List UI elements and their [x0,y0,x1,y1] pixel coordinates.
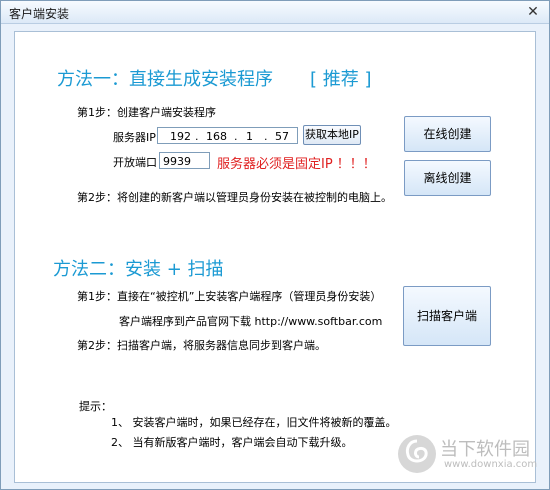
ip-octet-2[interactable]: 168 [206,128,227,145]
get-local-ip-button[interactable]: 获取本地IP [303,125,361,145]
server-ip-label: 服务器IP [113,131,156,144]
tip-item: 2、 当有新版客户端时，客户端会自动下载升级。 [111,436,353,449]
scan-client-button[interactable]: 扫描客户端 [403,286,491,346]
watermark: 当下软件园 www.downxia.com [396,431,538,481]
recommend-tag: [ 推荐 ] [310,69,372,90]
watermark-brand: 当下软件园 [440,439,530,460]
method2-heading: 方法二：安装 + 扫描 [53,259,224,280]
ip-octet-4[interactable]: 57 [275,128,289,145]
watermark-url: www.downxia.com [444,459,538,470]
window-title: 客户端安装 [9,7,70,21]
watermark-logo-icon [398,435,436,473]
offline-create-button[interactable]: 离线创建 [404,160,491,196]
main-panel: 方法一：直接生成安装程序 [ 推荐 ] 第1步：创建客户端安装程序 服务器IP … [14,31,536,483]
method1-step2: 第2步：将创建的新客户端以管理员身份安装在被控制的电脑上。 [77,191,392,204]
method2-step2: 第2步：扫描客户端，将服务器信息同步到客户端。 [77,339,326,352]
tip-item: 1、 安装客户端时，如果已经存在，旧文件将被新的覆盖。 [111,416,397,429]
download-note: 客户端程序到产品官网下载 http://www.softbar.com [119,315,383,328]
close-button[interactable]: ✕ [525,4,541,20]
title-bar: 客户端安装 ✕ [1,1,549,24]
ip-dot: . [264,130,268,143]
server-ip-input[interactable]: 192 . 168 . 1 . 57 [157,127,298,144]
ip-dot: . [195,130,199,143]
ip-dot: . [234,130,238,143]
installer-window: 客户端安装 ✕ 方法一：直接生成安装程序 [ 推荐 ] 第1步：创建客户端安装程… [0,0,550,490]
online-create-button[interactable]: 在线创建 [404,116,491,152]
ip-octet-1[interactable]: 192 [170,128,191,145]
tips-title: 提示： [79,400,112,413]
port-input[interactable]: 9939 [159,152,210,169]
method1-heading: 方法一：直接生成安装程序 [57,69,273,90]
method2-step1: 第1步：直接在“被控机”上安装客户端程序（管理员身份安装） [77,290,382,303]
fixed-ip-warning: 服务器必须是固定IP ！！！ [217,157,376,172]
ip-octet-3[interactable]: 1 [246,128,253,145]
method1-step1: 第1步：创建客户端安装程序 [77,106,216,119]
port-label: 开放端口 [113,156,157,169]
